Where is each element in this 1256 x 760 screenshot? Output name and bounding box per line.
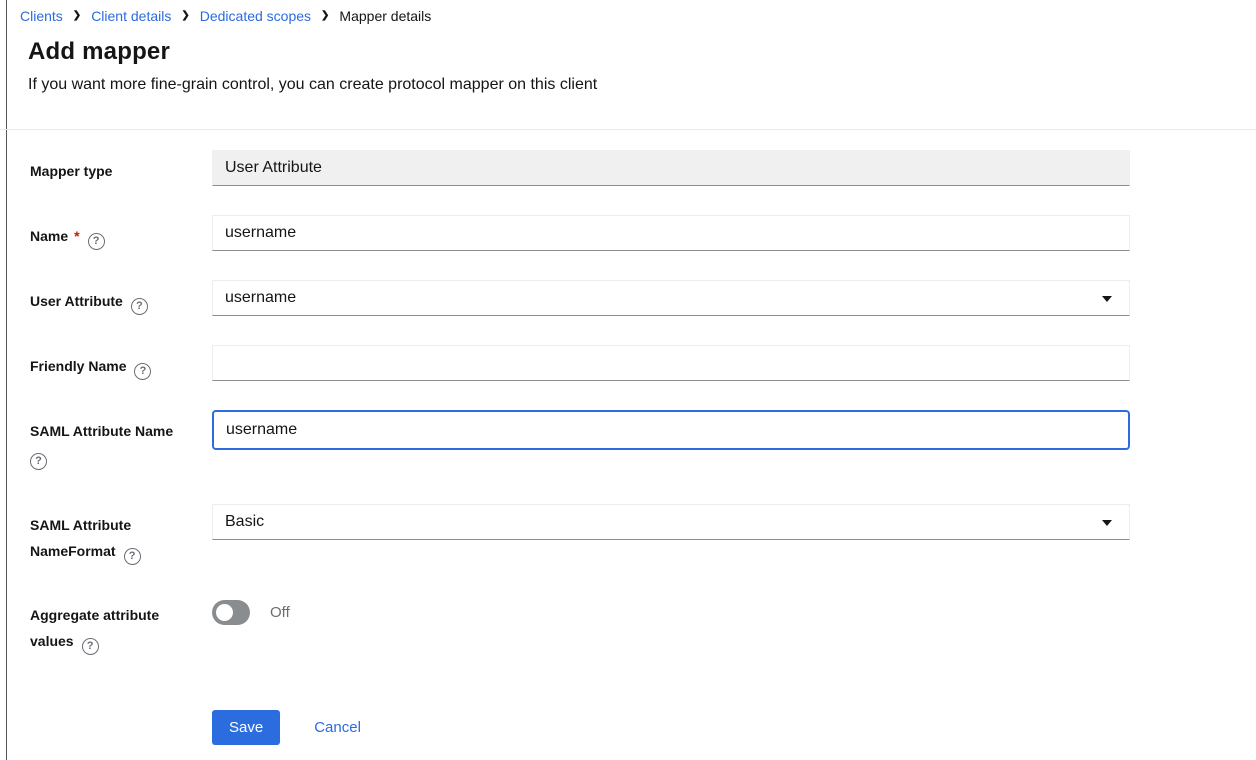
add-mapper-form: Mapper type Name *? User Attribute? usern…	[30, 130, 1130, 745]
breadcrumb-mapper-details: Mapper details	[339, 8, 431, 24]
help-icon[interactable]: ?	[124, 548, 141, 565]
friendly-name-label: Friendly Name	[30, 358, 126, 374]
form-row-aggregate-attribute-values: Aggregate attribute values? Off	[30, 594, 1130, 655]
saml-attribute-name-input[interactable]	[212, 410, 1130, 450]
chevron-right-icon: ❯	[73, 8, 81, 24]
form-row-mapper-type: Mapper type	[30, 150, 1130, 186]
aggregate-attribute-values-toggle[interactable]	[212, 600, 250, 625]
help-icon[interactable]: ?	[134, 363, 151, 380]
toggle-knob	[216, 604, 233, 621]
help-icon[interactable]: ?	[131, 298, 148, 315]
mapper-type-label: Mapper type	[30, 163, 112, 179]
breadcrumb-client-details[interactable]: Client details	[91, 8, 171, 24]
required-indicator: *	[74, 228, 79, 244]
breadcrumb-clients[interactable]: Clients	[20, 8, 63, 24]
form-row-saml-attribute-nameformat: SAML Attribute NameFormat? Basic	[30, 504, 1130, 565]
user-attribute-select[interactable]: username	[212, 280, 1130, 316]
chevron-down-icon	[1102, 296, 1112, 302]
cancel-button[interactable]: Cancel	[314, 719, 361, 736]
mapper-details-page: Clients ❯ Client details ❯ Dedicated sco…	[0, 0, 1256, 745]
form-row-friendly-name: Friendly Name?	[30, 345, 1130, 381]
breadcrumb-dedicated-scopes[interactable]: Dedicated scopes	[200, 8, 311, 24]
page-subtitle: If you want more fine-grain control, you…	[28, 75, 1256, 94]
chevron-right-icon: ❯	[321, 8, 329, 24]
name-label: Name	[30, 228, 68, 244]
saml-attribute-name-label: SAML Attribute Name	[30, 423, 173, 439]
mapper-type-input	[212, 150, 1130, 186]
user-attribute-label: User Attribute	[30, 293, 123, 309]
form-row-user-attribute: User Attribute? username	[30, 280, 1130, 316]
form-actions-row: Save Cancel	[30, 710, 1130, 745]
page-title: Add mapper	[28, 37, 1256, 67]
chevron-right-icon: ❯	[181, 8, 189, 24]
form-row-saml-attribute-name: SAML Attribute Name ?	[30, 410, 1130, 470]
toggle-state-label: Off	[270, 604, 290, 621]
help-icon[interactable]: ?	[82, 638, 99, 655]
select-value: username	[225, 289, 296, 307]
breadcrumb: Clients ❯ Client details ❯ Dedicated sco…	[20, 8, 1256, 24]
name-input[interactable]	[212, 215, 1130, 251]
form-row-name: Name *?	[30, 215, 1130, 251]
friendly-name-input[interactable]	[212, 345, 1130, 381]
help-icon[interactable]: ?	[88, 233, 105, 250]
save-button[interactable]: Save	[212, 710, 280, 745]
select-value: Basic	[225, 513, 264, 531]
chevron-down-icon	[1102, 520, 1112, 526]
saml-attribute-nameformat-label: SAML Attribute NameFormat	[30, 517, 131, 559]
saml-attribute-nameformat-select[interactable]: Basic	[212, 504, 1130, 540]
help-icon[interactable]: ?	[30, 453, 47, 470]
